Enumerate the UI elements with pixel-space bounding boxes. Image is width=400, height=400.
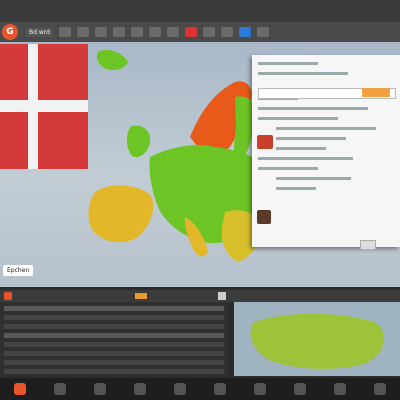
panel-line	[258, 157, 353, 160]
table-row[interactable]	[4, 315, 224, 320]
lower-window-toolbar	[0, 290, 400, 302]
table-row[interactable]	[4, 333, 224, 338]
panel-line	[276, 127, 376, 130]
toolbar-button[interactable]	[58, 27, 71, 37]
map-preview[interactable]	[234, 302, 400, 376]
result-thumbnail[interactable]	[257, 210, 271, 224]
panel-line	[258, 62, 318, 65]
toolbar-share-button[interactable]	[238, 27, 251, 37]
panel-line	[276, 177, 351, 180]
info-panel[interactable]	[252, 55, 400, 247]
panel-line	[276, 187, 316, 190]
toolbar-button[interactable]	[130, 27, 143, 37]
app-icon[interactable]	[174, 383, 186, 395]
toolbar-button[interactable]	[166, 27, 179, 37]
map-preview-graphic	[250, 313, 385, 369]
app-icon[interactable]	[374, 383, 386, 395]
map-caption: Epchen	[3, 265, 34, 276]
app-icon[interactable]	[134, 383, 146, 395]
app-icon[interactable]	[254, 383, 266, 395]
toolbar-button[interactable]	[76, 27, 89, 37]
search-button[interactable]	[362, 88, 390, 97]
table-row[interactable]	[4, 306, 224, 311]
data-table[interactable]	[0, 302, 228, 376]
folder-icon[interactable]	[218, 292, 226, 300]
region-uk	[126, 125, 151, 158]
panel-line	[258, 72, 348, 75]
toolbar-record-button[interactable]	[184, 27, 197, 37]
app-icon[interactable]	[214, 383, 226, 395]
table-row[interactable]	[4, 324, 224, 329]
window-title-bar	[0, 0, 400, 22]
table-row[interactable]	[4, 360, 224, 365]
toolbar: Bd wrd	[0, 22, 400, 42]
app-icon[interactable]	[14, 383, 26, 395]
result-thumbnail[interactable]	[257, 135, 273, 149]
panel-line	[258, 167, 318, 170]
toolbar-button[interactable]	[220, 27, 233, 37]
toolbar-button[interactable]	[112, 27, 125, 37]
app-icon[interactable]	[334, 383, 346, 395]
taskbar	[0, 378, 400, 400]
app-icon[interactable]	[294, 383, 306, 395]
app-icon[interactable]	[94, 383, 106, 395]
table-row[interactable]	[4, 369, 224, 374]
region-iberia	[88, 185, 154, 243]
region-iceland	[96, 50, 128, 70]
region-preview-land	[250, 313, 385, 369]
app-logo-icon[interactable]: G	[2, 24, 18, 40]
toolbar-button[interactable]	[256, 27, 269, 37]
toolbar-label[interactable]: Bd wrd	[26, 27, 53, 37]
app-icon[interactable]	[54, 383, 66, 395]
toolbar-button[interactable]	[202, 27, 215, 37]
panel-line	[258, 117, 338, 120]
toolbar-button[interactable]	[94, 27, 107, 37]
panel-line	[276, 147, 326, 150]
panel-line	[276, 137, 346, 140]
app-logo-icon[interactable]	[4, 292, 12, 300]
toolbar-button[interactable]	[135, 293, 147, 299]
toolbar-button[interactable]	[148, 27, 161, 37]
panel-line	[258, 107, 368, 110]
flag-cross-horizontal	[0, 100, 88, 112]
table-row[interactable]	[4, 351, 224, 356]
close-icon[interactable]	[360, 240, 376, 250]
table-row[interactable]	[4, 342, 224, 347]
